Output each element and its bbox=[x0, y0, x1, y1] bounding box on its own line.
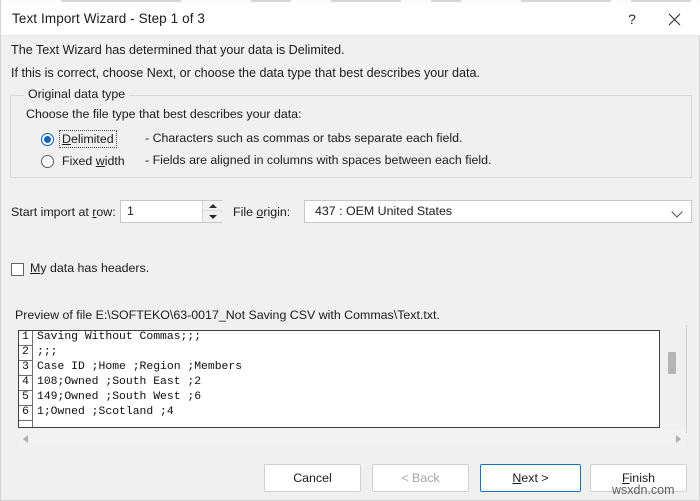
preview-file-label: Preview of file E:\SOFTEKO\63-0017_Not S… bbox=[15, 308, 440, 322]
preview-vertical-scrollbar[interactable] bbox=[668, 352, 676, 374]
preview-line-number: 6 bbox=[19, 406, 33, 421]
title-bar: Text Import Wizard - Step 1 of 3 ? bbox=[1, 3, 700, 36]
checkbox-box[interactable] bbox=[11, 263, 24, 276]
text-import-wizard-dialog: Text Import Wizard - Step 1 of 3 ? The T… bbox=[0, 0, 700, 501]
next-button-accel: N bbox=[512, 471, 522, 485]
close-icon[interactable] bbox=[653, 3, 695, 35]
preview-line-number: 2 bbox=[19, 346, 33, 361]
preview-line-text: ;;; bbox=[37, 346, 58, 358]
radio-delimited-mark[interactable] bbox=[41, 133, 54, 146]
file-origin-value: 437 : OEM United States bbox=[315, 204, 453, 218]
preview-right-rule bbox=[686, 325, 687, 433]
preview-line: 5 149;Owned ;South West ;6 bbox=[19, 391, 659, 406]
help-icon[interactable]: ? bbox=[611, 3, 653, 35]
stepper-up-icon[interactable] bbox=[203, 201, 222, 211]
start-import-prefix: Start import at bbox=[11, 205, 93, 219]
back-button[interactable]: < Back bbox=[372, 464, 469, 492]
preview-horizontal-scrollbar[interactable] bbox=[18, 430, 686, 447]
wizard-description-line2: If this is correct, choose Next, or choo… bbox=[11, 66, 481, 80]
watermark: wsxdn.com bbox=[612, 483, 675, 497]
checkbox-accel: M bbox=[30, 261, 41, 275]
start-import-rest: ow: bbox=[96, 205, 116, 219]
preview-gutter-tail bbox=[19, 421, 33, 427]
next-button-rest: ext > bbox=[521, 471, 549, 485]
file-preview-pane[interactable]: 1 Saving Without Commas;;; 2 ;;; 3 Case … bbox=[18, 330, 660, 428]
radio-fixed-width-label[interactable]: Fixed width bbox=[60, 153, 127, 169]
preview-line-text: Case ID ;Home ;Region ;Members bbox=[37, 361, 243, 373]
wizard-description-line1: The Text Wizard has determined that your… bbox=[11, 43, 345, 57]
scroll-right-icon[interactable] bbox=[676, 435, 681, 443]
preview-line-number: 5 bbox=[19, 391, 33, 406]
scroll-left-icon[interactable] bbox=[23, 435, 28, 443]
radio-delimited-rest: elimited bbox=[70, 132, 114, 146]
cancel-button[interactable]: Cancel bbox=[264, 464, 361, 492]
radio-fixed-width-prefix: Fixed bbox=[62, 154, 96, 168]
preview-line-number: 4 bbox=[19, 376, 33, 391]
file-origin-label: File origin: bbox=[233, 205, 290, 219]
preview-line: 2 ;;; bbox=[19, 346, 659, 361]
preview-line: 1 Saving Without Commas;;; bbox=[19, 331, 659, 346]
radio-delimited-label[interactable]: Delimited bbox=[59, 130, 117, 148]
file-origin-rest: rigin: bbox=[263, 205, 291, 219]
preview-line: 6 1;Owned ;Scotland ;4 bbox=[19, 406, 659, 421]
radio-fixed-width-mark[interactable] bbox=[41, 155, 54, 168]
preview-line-number: 3 bbox=[19, 361, 33, 376]
preview-line-text: 149;Owned ;South West ;6 bbox=[37, 391, 202, 403]
dialog-title: Text Import Wizard - Step 1 of 3 bbox=[12, 11, 206, 26]
radio-delimited-description: - Characters such as commas or tabs sepa… bbox=[145, 131, 463, 145]
preview-line: 4 108;Owned ;South East ;2 bbox=[19, 376, 659, 391]
group-legend: Original data type bbox=[24, 87, 130, 101]
checkbox-label[interactable]: My data has headers. bbox=[30, 261, 149, 275]
next-button[interactable]: Next > bbox=[480, 464, 581, 492]
original-data-type-group: Original data type Choose the file type … bbox=[10, 87, 692, 178]
choose-file-type-label: Choose the file type that best describes… bbox=[26, 107, 302, 121]
preview-line-number: 1 bbox=[19, 331, 33, 346]
radio-delimited-accel: D bbox=[62, 132, 71, 146]
file-origin-prefix: File bbox=[233, 205, 257, 219]
start-import-row-value[interactable]: 1 bbox=[127, 204, 134, 218]
radio-fixed-width-rest: idth bbox=[104, 154, 125, 168]
start-import-row-stepper[interactable]: 1 bbox=[120, 200, 222, 223]
preview-line-text: 108;Owned ;South East ;2 bbox=[37, 376, 202, 388]
preview-line-text: Saving Without Commas;;; bbox=[37, 331, 202, 343]
radio-fixed-width-description: - Fields are aligned in columns with spa… bbox=[145, 153, 492, 167]
chevron-down-icon[interactable] bbox=[673, 208, 682, 217]
preview-line-text: 1;Owned ;Scotland ;4 bbox=[37, 406, 174, 418]
file-origin-select[interactable]: 437 : OEM United States bbox=[304, 200, 692, 223]
stepper-down-icon[interactable] bbox=[203, 212, 222, 222]
stepper-buttons[interactable] bbox=[202, 201, 222, 222]
checkbox-rest: y data has headers. bbox=[40, 261, 150, 275]
start-import-row-label: Start import at row: bbox=[11, 205, 116, 219]
preview-line: 3 Case ID ;Home ;Region ;Members bbox=[19, 361, 659, 376]
radio-fixed-width-accel: w bbox=[95, 154, 105, 168]
